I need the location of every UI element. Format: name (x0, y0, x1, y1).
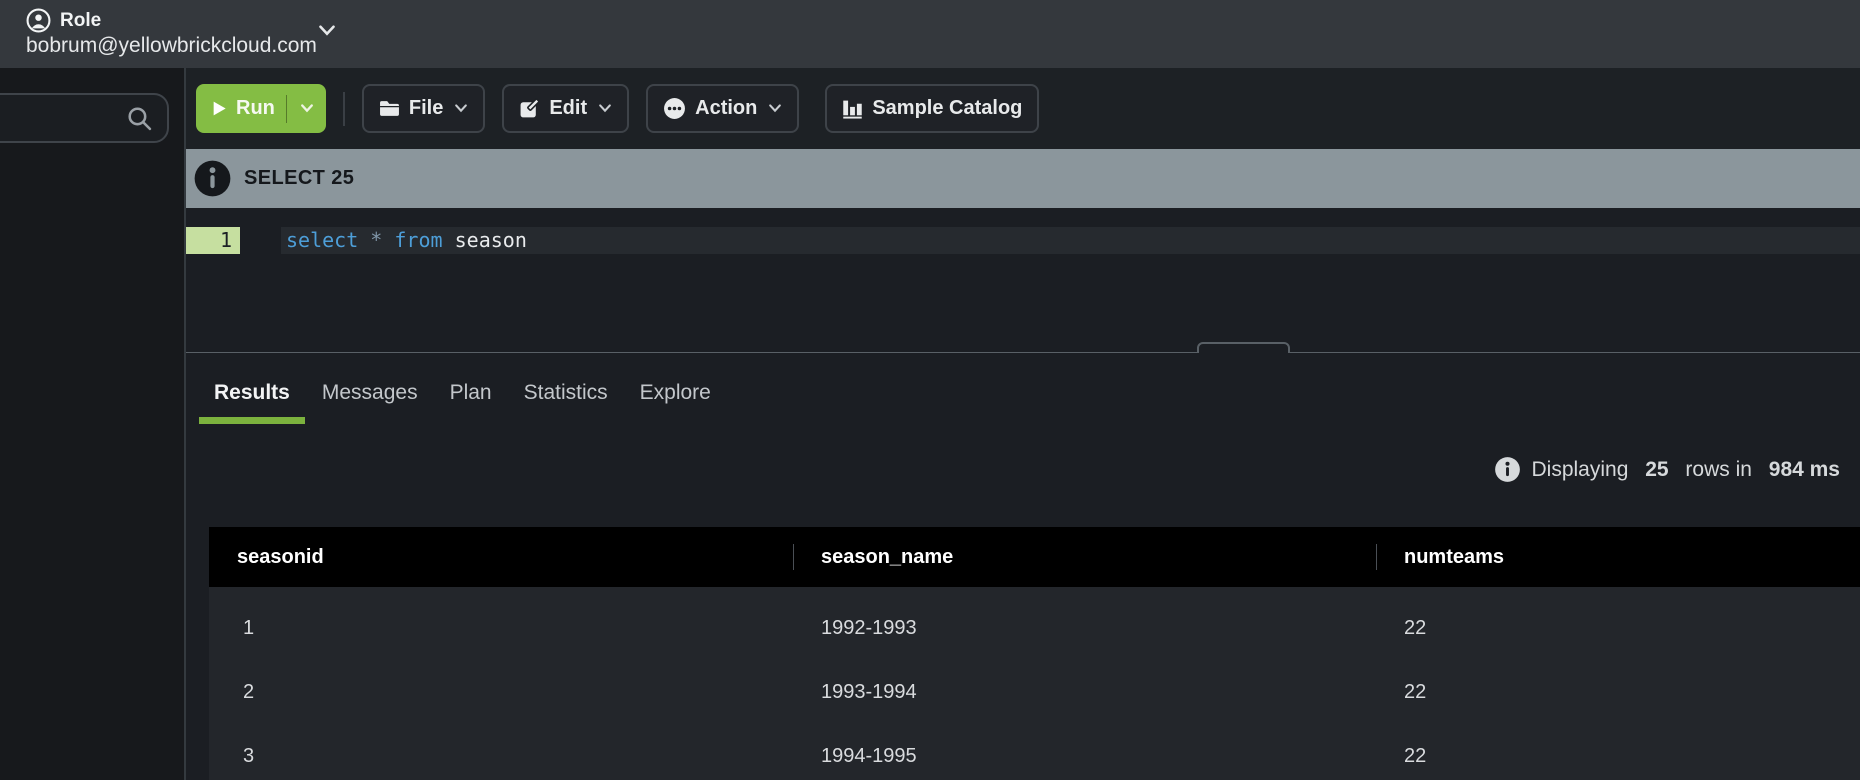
gutter-gap (240, 227, 281, 254)
query-status-bar: SELECT 25 (186, 149, 1860, 208)
edit-chevron-down-icon (598, 103, 612, 114)
action-chevron-down-icon (768, 103, 782, 114)
code-keyword-select: select (286, 228, 370, 252)
role-chevron-down-icon[interactable] (318, 24, 336, 42)
cell-seasonid: 1 (209, 617, 793, 640)
code-keyword-from: from (394, 228, 454, 252)
role-selector[interactable]: Role bobrum@yellowbrickcloud.com (26, 8, 317, 58)
toolbar-divider (343, 92, 345, 126)
table-row[interactable]: 1 1992-1993 22 (209, 596, 1860, 660)
column-header-seasonid[interactable]: seasonid (209, 527, 793, 587)
sql-editor[interactable]: 1 select * from season (186, 208, 1860, 352)
cell-numteams: 22 (1376, 745, 1860, 768)
cell-season-name: 1992-1993 (793, 617, 1376, 640)
results-table-header: seasonid season_name numteams (209, 527, 1860, 587)
cell-season-name: 1993-1994 (793, 681, 1376, 704)
tab-explore[interactable]: Explore (625, 375, 726, 424)
column-header-numteams[interactable]: numteams (1376, 527, 1860, 587)
tab-statistics[interactable]: Statistics (509, 375, 623, 424)
summary-row-count: 25 (1645, 458, 1668, 482)
sidebar-search-box[interactable] (0, 93, 169, 143)
file-menu-button[interactable]: File (362, 84, 485, 133)
info-circle-light-icon (1494, 456, 1521, 483)
cell-numteams: 22 (1376, 617, 1860, 640)
run-button[interactable]: Run (196, 84, 326, 133)
cell-numteams: 22 (1376, 681, 1860, 704)
search-icon (125, 104, 154, 133)
sidebar-search-input[interactable] (0, 108, 125, 129)
tab-results[interactable]: Results (199, 375, 305, 424)
user-email: bobrum@yellowbrickcloud.com (26, 34, 317, 58)
file-chevron-down-icon (454, 103, 468, 114)
sample-catalog-button[interactable]: Sample Catalog (825, 84, 1039, 133)
line-number: 1 (186, 227, 240, 254)
code-operator-star: * (370, 228, 394, 252)
left-sidebar (0, 68, 186, 780)
tab-plan[interactable]: Plan (435, 375, 507, 424)
code-line-content[interactable]: select * from season (281, 227, 1860, 254)
code-identifier-season: season (455, 228, 527, 252)
edit-menu-label: Edit (549, 97, 587, 120)
table-row[interactable]: 3 1994-1995 22 (209, 724, 1860, 780)
file-menu-label: File (409, 97, 443, 120)
editor-line-1: 1 select * from season (186, 227, 1860, 254)
top-bar: Role bobrum@yellowbrickcloud.com (0, 0, 1860, 68)
results-table-body: 1 1992-1993 22 2 1993-1994 22 3 1994-199… (209, 587, 1860, 780)
query-status-text: SELECT 25 (244, 167, 354, 190)
sample-catalog-label: Sample Catalog (872, 97, 1022, 120)
run-button-label: Run (236, 97, 275, 120)
cell-seasonid: 3 (209, 745, 793, 768)
run-chevron-down-icon[interactable] (300, 103, 314, 114)
role-label: Role (60, 10, 101, 32)
summary-duration: 984 ms (1769, 458, 1840, 482)
summary-middle: rows in (1680, 458, 1758, 482)
summary-prefix: Displaying (1532, 458, 1635, 482)
results-table: seasonid season_name numteams 1 1992-199… (209, 527, 1860, 780)
action-menu-label: Action (695, 97, 757, 120)
run-button-separator (286, 95, 287, 123)
main-panel: Run File (186, 68, 1860, 780)
column-header-season-name[interactable]: season_name (793, 527, 1376, 587)
results-tab-bar: Results Messages Plan Statistics Explore (199, 375, 726, 424)
play-icon (212, 100, 227, 117)
cell-season-name: 1994-1995 (793, 745, 1376, 768)
tab-messages[interactable]: Messages (307, 375, 433, 424)
edit-menu-button[interactable]: Edit (502, 84, 629, 133)
results-summary: Displaying 25 rows in 984 ms (1494, 456, 1841, 483)
results-panel: Results Messages Plan Statistics Explore… (186, 353, 1860, 780)
info-circle-icon (193, 159, 232, 198)
ellipsis-circle-icon (663, 97, 686, 120)
action-menu-button[interactable]: Action (646, 84, 799, 133)
app-window: Role bobrum@yellowbrickcloud.com (0, 0, 1860, 780)
pencil-square-icon (519, 98, 540, 119)
table-row[interactable]: 2 1993-1994 22 (209, 660, 1860, 724)
bar-chart-icon (842, 99, 863, 119)
folder-icon (379, 100, 400, 117)
query-toolbar: Run File (186, 68, 1860, 149)
user-avatar-icon (26, 8, 51, 33)
cell-seasonid: 2 (209, 681, 793, 704)
